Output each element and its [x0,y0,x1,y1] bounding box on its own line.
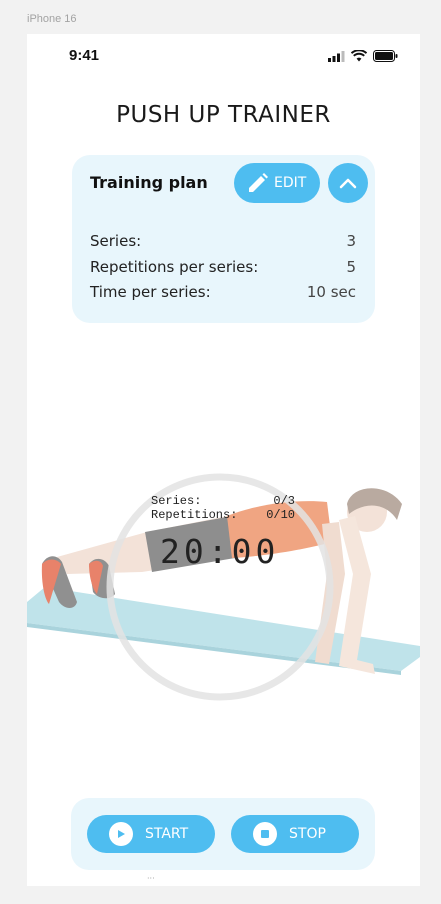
stop-button-label: STOP [289,826,326,842]
training-plan-title: Training plan [90,173,208,192]
controls-panel: START STOP [71,798,375,870]
series-counter-value: 0/3 [273,494,295,508]
plan-row-repetitions: Repetitions per series: 5 [90,258,356,276]
reps-counter: Repetitions: 0/10 [151,508,295,522]
pushup-illustration [27,473,420,701]
training-plan-card: Training plan EDIT Series: 3 Repetitions… [72,155,375,323]
plan-row-label: Repetitions per series: [90,258,259,276]
plan-row-series: Series: 3 [90,232,356,250]
edit-button[interactable]: EDIT [234,163,320,203]
series-counter-label: Series: [151,494,202,508]
signal-icon [328,50,345,62]
chevron-up-icon [339,178,357,189]
status-time: 9:41 [69,47,100,64]
reps-counter-value: 0/10 [266,508,295,522]
reps-counter-label: Repetitions: [151,508,238,522]
device-frame-label: iPhone 16 [27,13,77,25]
plan-row-value: 5 [346,258,356,276]
start-button-label: START [145,826,189,842]
collapse-button[interactable] [328,163,368,203]
plan-row-time: Time per series: 10 sec [90,283,356,301]
countdown-timer: 20:00 [160,532,280,571]
wifi-icon [351,50,367,62]
phone-screen: 9:41 PUSH UP TRAINER Training plan EDIT [27,34,420,886]
series-counter: Series: 0/3 [151,494,295,508]
pencil-icon [249,173,268,192]
stop-icon [253,822,277,846]
start-button[interactable]: START [87,815,215,853]
plan-row-value: 10 sec [306,283,356,301]
edit-button-label: EDIT [274,175,307,191]
stop-button[interactable]: STOP [231,815,359,853]
plan-row-value: 3 [346,232,356,250]
progress-counter: Series: 0/3 Repetitions: 0/10 [137,494,357,522]
page-title: PUSH UP TRAINER [116,102,331,128]
plan-row-label: Time per series: [90,283,211,301]
battery-icon [373,50,398,62]
play-icon [109,822,133,846]
status-icons [328,50,398,62]
home-indicator: ··· [147,874,155,883]
plan-row-label: Series: [90,232,142,250]
